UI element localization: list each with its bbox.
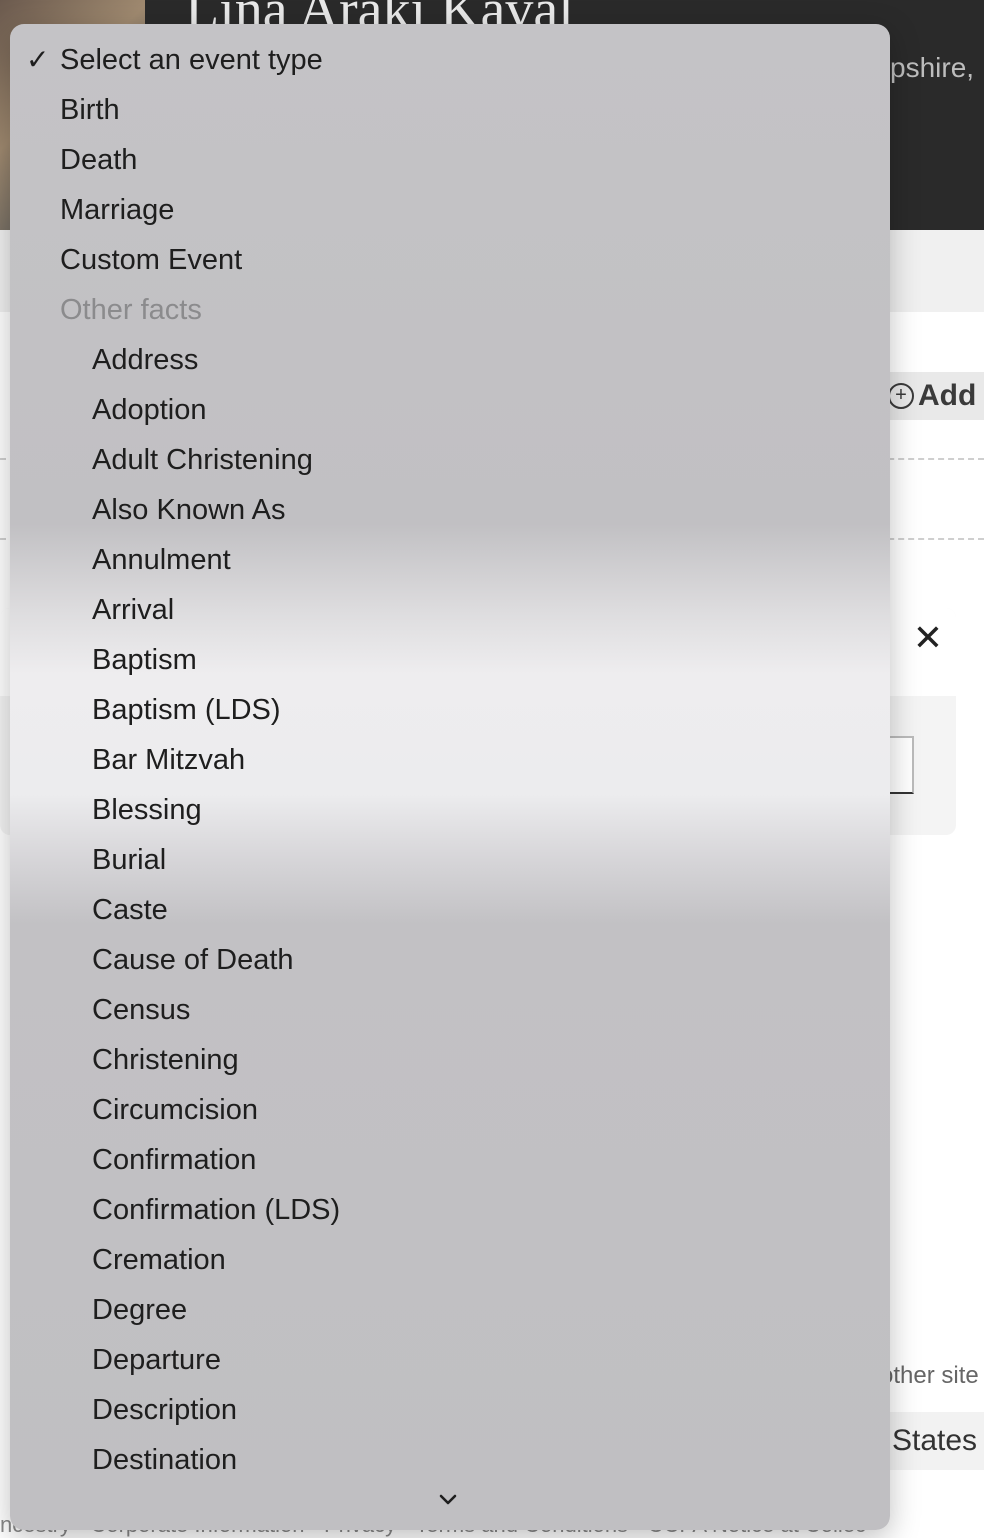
close-icon[interactable]: ✕ [912,620,944,656]
option-cremation[interactable]: Cremation [92,1235,226,1285]
option-custom-event[interactable]: Custom Event [60,235,242,285]
option-baptism-lds[interactable]: Baptism (LDS) [92,685,281,735]
footer-country-select[interactable]: States [880,1412,984,1470]
chevron-down-icon[interactable] [438,1490,458,1510]
option-selected[interactable]: Select an event type [60,35,323,85]
option-also-known-as[interactable]: Also Known As [92,485,285,535]
option-death[interactable]: Death [60,135,137,185]
option-adoption[interactable]: Adoption [92,385,207,435]
add-button-label: Add [918,379,977,412]
option-annulment[interactable]: Annulment [92,535,231,585]
group-label-other-facts: Other facts [60,294,202,326]
option-arrival[interactable]: Arrival [92,585,174,635]
option-christening[interactable]: Christening [92,1035,239,1085]
option-baptism[interactable]: Baptism [92,635,197,685]
footer-link[interactable]: other site [880,1362,979,1390]
option-confirmation[interactable]: Confirmation [92,1135,256,1185]
option-circumcision[interactable]: Circumcision [92,1085,258,1135]
add-button[interactable]: + Add [882,372,984,420]
option-description[interactable]: Description [92,1385,237,1435]
person-place: pshire, [890,52,975,83]
option-destination[interactable]: Destination [92,1435,237,1485]
checkmark-icon: ✓ [26,44,50,75]
option-departure[interactable]: Departure [92,1335,221,1385]
option-address[interactable]: Address [92,335,198,385]
option-degree[interactable]: Degree [92,1285,187,1335]
option-cause-of-death[interactable]: Cause of Death [92,935,294,985]
option-marriage[interactable]: Marriage [60,185,174,235]
option-bar-mitzvah[interactable]: Bar Mitzvah [92,735,245,785]
option-caste[interactable]: Caste [92,885,168,935]
option-adult-christening[interactable]: Adult Christening [92,435,313,485]
option-burial[interactable]: Burial [92,835,166,885]
option-birth[interactable]: Birth [60,85,120,135]
event-type-dropdown[interactable]: ✓ Select an event type Birth Death Marri… [10,24,890,1530]
plus-circle-icon: + [888,383,914,409]
option-confirmation-lds[interactable]: Confirmation (LDS) [92,1185,340,1235]
option-census[interactable]: Census [92,985,190,1035]
option-blessing[interactable]: Blessing [92,785,202,835]
